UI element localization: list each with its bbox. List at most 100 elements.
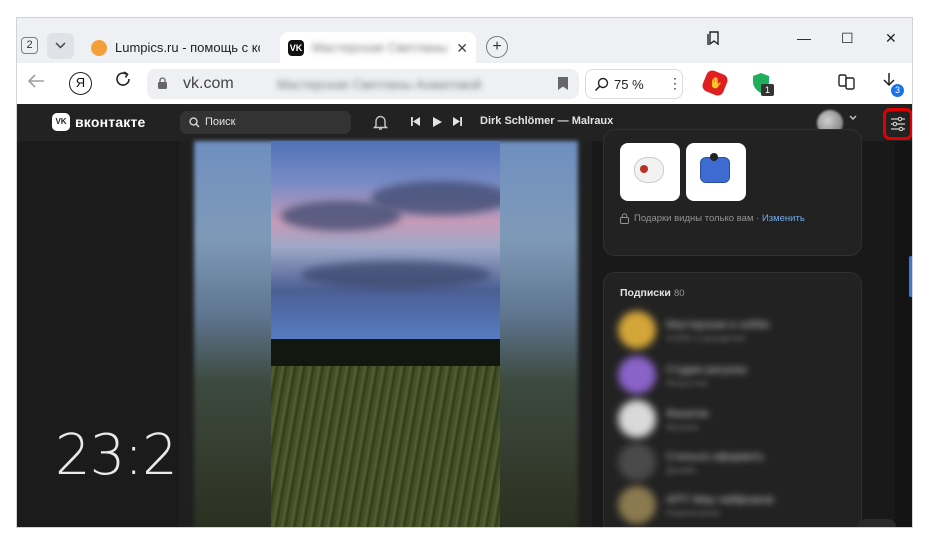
customize-settings-button[interactable] — [883, 108, 912, 140]
subscription-item[interactable]: Фанатик Музыка — [618, 400, 848, 438]
vk-search-input[interactable]: Поиск — [180, 111, 351, 134]
vk-logo-icon[interactable]: VK — [52, 113, 70, 131]
tab-title: Мастерская Светланы Ахматовой — [312, 40, 447, 55]
chevron-down-icon — [55, 42, 66, 49]
story-viewer[interactable] — [179, 141, 592, 527]
gift-image — [700, 157, 730, 183]
maximize-button[interactable]: ☐ — [841, 30, 854, 47]
url-page-title: Мастерская Светланы Ахматовой — [277, 77, 482, 92]
new-tab-button[interactable]: + — [486, 36, 508, 58]
photo-wheat-field — [271, 366, 500, 527]
address-row: Я vk.com Мастерская Светланы Ахматовой 7… — [17, 63, 912, 104]
reload-icon — [116, 71, 130, 86]
chevron-down-icon[interactable] — [849, 115, 857, 121]
community-name: Мастерская и хобби — [666, 319, 770, 331]
community-name: Студия рисунка — [666, 364, 747, 376]
gifts-separator: · — [753, 213, 762, 224]
messenger-button[interactable] — [858, 519, 896, 527]
gift-image — [634, 157, 664, 183]
gifts-note-text: Подарки видны только вам — [634, 213, 754, 224]
subscriptions-count: 80 — [674, 288, 685, 299]
zoom-level: 75 % — [614, 77, 644, 92]
shield-extension[interactable]: 1 — [751, 72, 774, 96]
next-track-icon[interactable] — [453, 117, 462, 126]
panel-icon — [838, 74, 855, 90]
community-avatar — [618, 400, 656, 438]
bell-icon[interactable] — [373, 114, 388, 131]
community-category: Дизайн — [666, 465, 697, 475]
browser-window: 2 Lumpics.ru - помощь с компьютером VK М… — [16, 17, 913, 528]
gifts-card: Подарки видны только вам · Изменить — [603, 129, 862, 256]
gift-image-detail — [710, 153, 718, 161]
subscription-item[interactable]: АРТ! Мир лайфхаков Развлечения — [618, 486, 848, 524]
photo-cloud — [371, 181, 500, 215]
bookmarks-panel-button[interactable] — [707, 30, 721, 49]
community-name: Фанатик — [666, 408, 709, 420]
gifts-change-link[interactable]: Изменить — [762, 213, 805, 224]
zoom-icon — [594, 77, 609, 92]
tab-counter-button[interactable]: 2 — [21, 37, 38, 54]
right-sidebar: Подарки видны только вам · Изменить Подп… — [592, 129, 895, 527]
story-photo[interactable] — [271, 141, 500, 527]
lock-icon — [620, 213, 629, 224]
orange-slice-icon — [91, 40, 107, 56]
reload-button[interactable] — [114, 70, 132, 94]
close-tab-icon[interactable]: ✕ — [456, 40, 468, 57]
subscriptions-title[interactable]: Подписки — [620, 287, 671, 299]
gift-sticker[interactable] — [686, 143, 746, 201]
subscriptions-card: Подписки 80 Мастерская и хобби Хобби и р… — [603, 272, 862, 527]
community-avatar — [618, 356, 656, 394]
arrow-left-icon — [27, 74, 44, 88]
scrollbar-thumb[interactable] — [909, 256, 912, 297]
vk-page: 23:27 Подарки видны только вам · Изменит… — [17, 129, 912, 527]
sliders-icon — [891, 117, 905, 131]
gift-sticker[interactable] — [620, 143, 680, 201]
previous-track-icon[interactable] — [411, 117, 420, 126]
minimize-button[interactable]: — — [797, 30, 811, 46]
community-category: Хобби и рукоделие — [666, 333, 746, 343]
community-category: Развлечения — [666, 508, 720, 518]
photo-sky — [271, 141, 500, 355]
community-category: Музыка — [666, 422, 698, 432]
close-window-button[interactable]: ✕ — [885, 30, 897, 47]
search-placeholder: Поиск — [205, 116, 236, 128]
play-icon[interactable] — [433, 117, 442, 127]
adblock-extension[interactable]: ✋ — [700, 68, 730, 98]
vk-icon: VK — [288, 40, 304, 56]
community-avatar — [618, 443, 656, 481]
tab-lumpics[interactable]: Lumpics.ru - помощь с компьютером — [83, 32, 273, 63]
tabs-dropdown-button[interactable] — [47, 33, 74, 59]
url-host: vk.com — [183, 75, 234, 92]
more-vertical-icon[interactable]: ⋮ — [668, 75, 682, 92]
yandex-button[interactable]: Я — [69, 72, 92, 95]
gift-image-detail — [640, 165, 648, 173]
stop-hand-icon: ✋ — [709, 77, 723, 90]
shield-badge: 1 — [761, 84, 774, 96]
tab-title: Lumpics.ru - помощь с компьютером — [115, 40, 260, 55]
subscription-item[interactable]: Мастерская и хобби Хобби и рукоделие — [618, 311, 848, 349]
community-name: АРТ! Мир лайфхаков — [666, 494, 774, 506]
page-scrollbar[interactable] — [895, 141, 912, 527]
now-playing-track[interactable]: Dirk Schlömer — Malraux — [480, 115, 613, 127]
zoom-control[interactable]: 75 % ⋮ — [585, 69, 683, 99]
downloads-button[interactable]: 3 — [881, 72, 904, 97]
community-category: Искусство — [666, 378, 709, 388]
vk-logo-text[interactable]: вконтакте — [75, 114, 146, 130]
bookmark-icon[interactable] — [557, 76, 569, 91]
search-icon — [189, 117, 200, 128]
downloads-badge: 3 — [891, 84, 904, 97]
subscription-item[interactable]: Стильно оформить Дизайн — [618, 443, 848, 481]
side-panel-button[interactable] — [837, 72, 859, 94]
address-bar[interactable]: vk.com Мастерская Светланы Ахматовой — [147, 69, 579, 99]
photo-cloud — [301, 261, 491, 289]
tab-vk[interactable]: VK Мастерская Светланы Ахматовой ✕ — [280, 32, 476, 63]
community-avatar — [618, 311, 656, 349]
subscription-item[interactable]: Студия рисунка Искусство — [618, 356, 848, 394]
community-name: Стильно оформить — [666, 451, 765, 463]
gifts-privacy-note: Подарки видны только вам · Изменить — [634, 213, 805, 224]
tab-strip: 2 Lumpics.ru - помощь с компьютером VK М… — [17, 18, 912, 63]
community-avatar — [618, 486, 656, 524]
back-button[interactable] — [27, 73, 45, 94]
bookmarks-icon — [707, 31, 719, 46]
lock-icon — [158, 77, 167, 89]
